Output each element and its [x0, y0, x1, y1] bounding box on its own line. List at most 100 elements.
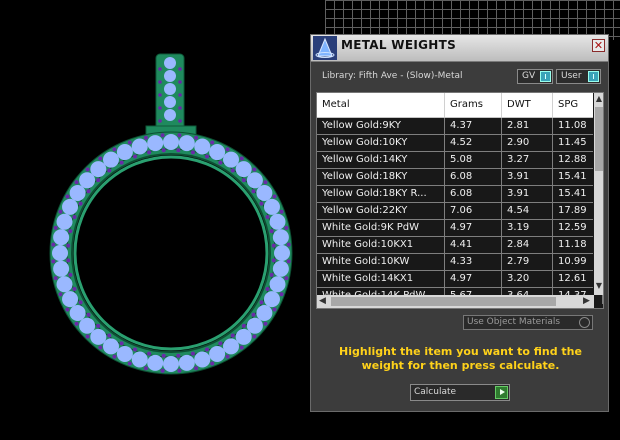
bail-stone [164, 96, 176, 108]
cell-grams: 4.33 [445, 254, 502, 270]
user-toggle[interactable]: User [556, 69, 601, 84]
prong [65, 307, 70, 312]
cell-grams: 4.97 [445, 220, 502, 236]
pave-stone [256, 305, 273, 322]
toggle-switch-icon [540, 71, 551, 82]
pendant-model[interactable] [0, 0, 300, 440]
prong [252, 334, 257, 339]
table-row[interactable]: Yellow Gold:18KY R... 6.08 3.91 15.41 [317, 186, 603, 203]
prong [96, 178, 101, 183]
prong [263, 321, 268, 326]
cell-metal: Yellow Gold:22KY [317, 203, 445, 219]
prong [177, 133, 182, 138]
horizontal-scrollbar[interactable]: ◀ ▶ [317, 295, 594, 308]
pave-stone [79, 317, 96, 334]
prong [65, 194, 70, 199]
column-header-grams[interactable]: Grams [445, 93, 502, 117]
scroll-down-icon[interactable]: ▼ [594, 281, 603, 291]
pave-stone [147, 354, 164, 371]
pave-stone [116, 144, 133, 161]
scroll-left-icon[interactable]: ◀ [319, 295, 326, 308]
scroll-up-icon[interactable]: ▲ [594, 94, 603, 104]
prong [158, 106, 162, 110]
pave-stone [209, 144, 226, 161]
pave-stone [62, 291, 79, 308]
pave-stone [69, 305, 86, 322]
prong [58, 209, 63, 214]
prong [160, 368, 165, 373]
prong [190, 351, 195, 356]
column-header-dwt[interactable]: DWT [502, 93, 553, 117]
gv-toggle-label: GV [522, 71, 536, 81]
table-row[interactable]: White Gold:10KW 4.33 2.79 10.99 [317, 254, 603, 271]
cell-metal: Yellow Gold:18KY R... [317, 186, 445, 202]
radio-icon[interactable] [579, 317, 590, 328]
pave-stone [56, 213, 73, 230]
pave-stone [69, 184, 86, 201]
table-row[interactable]: Yellow Gold:14KY 5.08 3.27 12.88 [317, 152, 603, 169]
prong [284, 276, 289, 281]
calculate-button[interactable]: Calculate [410, 384, 510, 401]
table-row[interactable]: Yellow Gold:18KY 6.08 3.91 15.41 [317, 169, 603, 186]
pave-stone [263, 198, 280, 215]
cell-dwt: 4.54 [502, 203, 553, 219]
horizontal-scroll-thumb[interactable] [331, 297, 556, 306]
pave-stone [256, 184, 273, 201]
gv-toggle[interactable]: GV [517, 69, 553, 84]
play-arrow-icon [495, 386, 508, 399]
table-row[interactable]: White Gold:14KX1 4.97 3.20 12.61 [317, 271, 603, 288]
prong [225, 354, 230, 359]
scroll-right-icon[interactable]: ▶ [583, 295, 590, 308]
prong [272, 307, 277, 312]
cell-grams: 4.52 [445, 135, 502, 151]
close-button[interactable]: ✕ [592, 39, 605, 52]
table-row[interactable]: White Gold:9K PdW 4.97 3.19 12.59 [317, 220, 603, 237]
prong [271, 243, 276, 248]
pave-stone [194, 351, 211, 368]
prong [279, 292, 284, 297]
table-row[interactable]: Yellow Gold:10KY 4.52 2.90 11.45 [317, 135, 603, 152]
prong [161, 148, 166, 153]
table-body: Yellow Gold:9KY 4.37 2.81 11.08 Yellow Gold:… [317, 118, 603, 305]
prong [178, 106, 182, 110]
dialog-titlebar[interactable]: METAL WEIGHTS ✕ [311, 35, 608, 62]
prong [107, 168, 112, 173]
prong [53, 225, 58, 230]
cell-dwt: 2.81 [502, 118, 553, 134]
pave-stone [163, 356, 179, 372]
use-object-materials-label: Use Object Materials [467, 317, 561, 327]
pave-stone [235, 328, 252, 345]
prong [271, 258, 276, 263]
vertical-scroll-thumb[interactable] [595, 107, 603, 171]
cell-dwt: 2.90 [502, 135, 553, 151]
use-object-materials-option[interactable]: Use Object Materials [463, 315, 593, 330]
prong [158, 80, 162, 84]
pave-stone [178, 354, 195, 371]
prong [127, 361, 132, 366]
vertical-scrollbar[interactable]: ▲ ▼ [594, 93, 603, 295]
column-header-metal[interactable]: Metal [317, 93, 445, 117]
prong [239, 156, 244, 161]
pave-stone [272, 229, 289, 246]
table-row[interactable]: Yellow Gold:9KY 4.37 2.81 11.08 [317, 118, 603, 135]
prong [68, 229, 73, 234]
prong [252, 167, 257, 172]
prong [72, 215, 77, 220]
cell-metal: White Gold:14KX1 [317, 271, 445, 287]
prong [265, 215, 270, 220]
cell-grams: 4.37 [445, 118, 502, 134]
prong [272, 194, 277, 199]
pave-stone [223, 338, 240, 355]
prong [133, 347, 138, 352]
prong [158, 93, 162, 97]
bail-stone [164, 57, 176, 69]
prong [239, 345, 244, 350]
cell-grams: 4.97 [445, 271, 502, 287]
table-row[interactable]: White Gold:10KX1 4.41 2.84 11.18 [317, 237, 603, 254]
pendant-inner-opening [71, 153, 271, 353]
table-row[interactable]: Yellow Gold:22KY 7.06 4.54 17.89 [317, 203, 603, 220]
prong [178, 80, 182, 84]
prong [127, 140, 132, 145]
cell-grams: 6.08 [445, 186, 502, 202]
prong [68, 272, 73, 277]
